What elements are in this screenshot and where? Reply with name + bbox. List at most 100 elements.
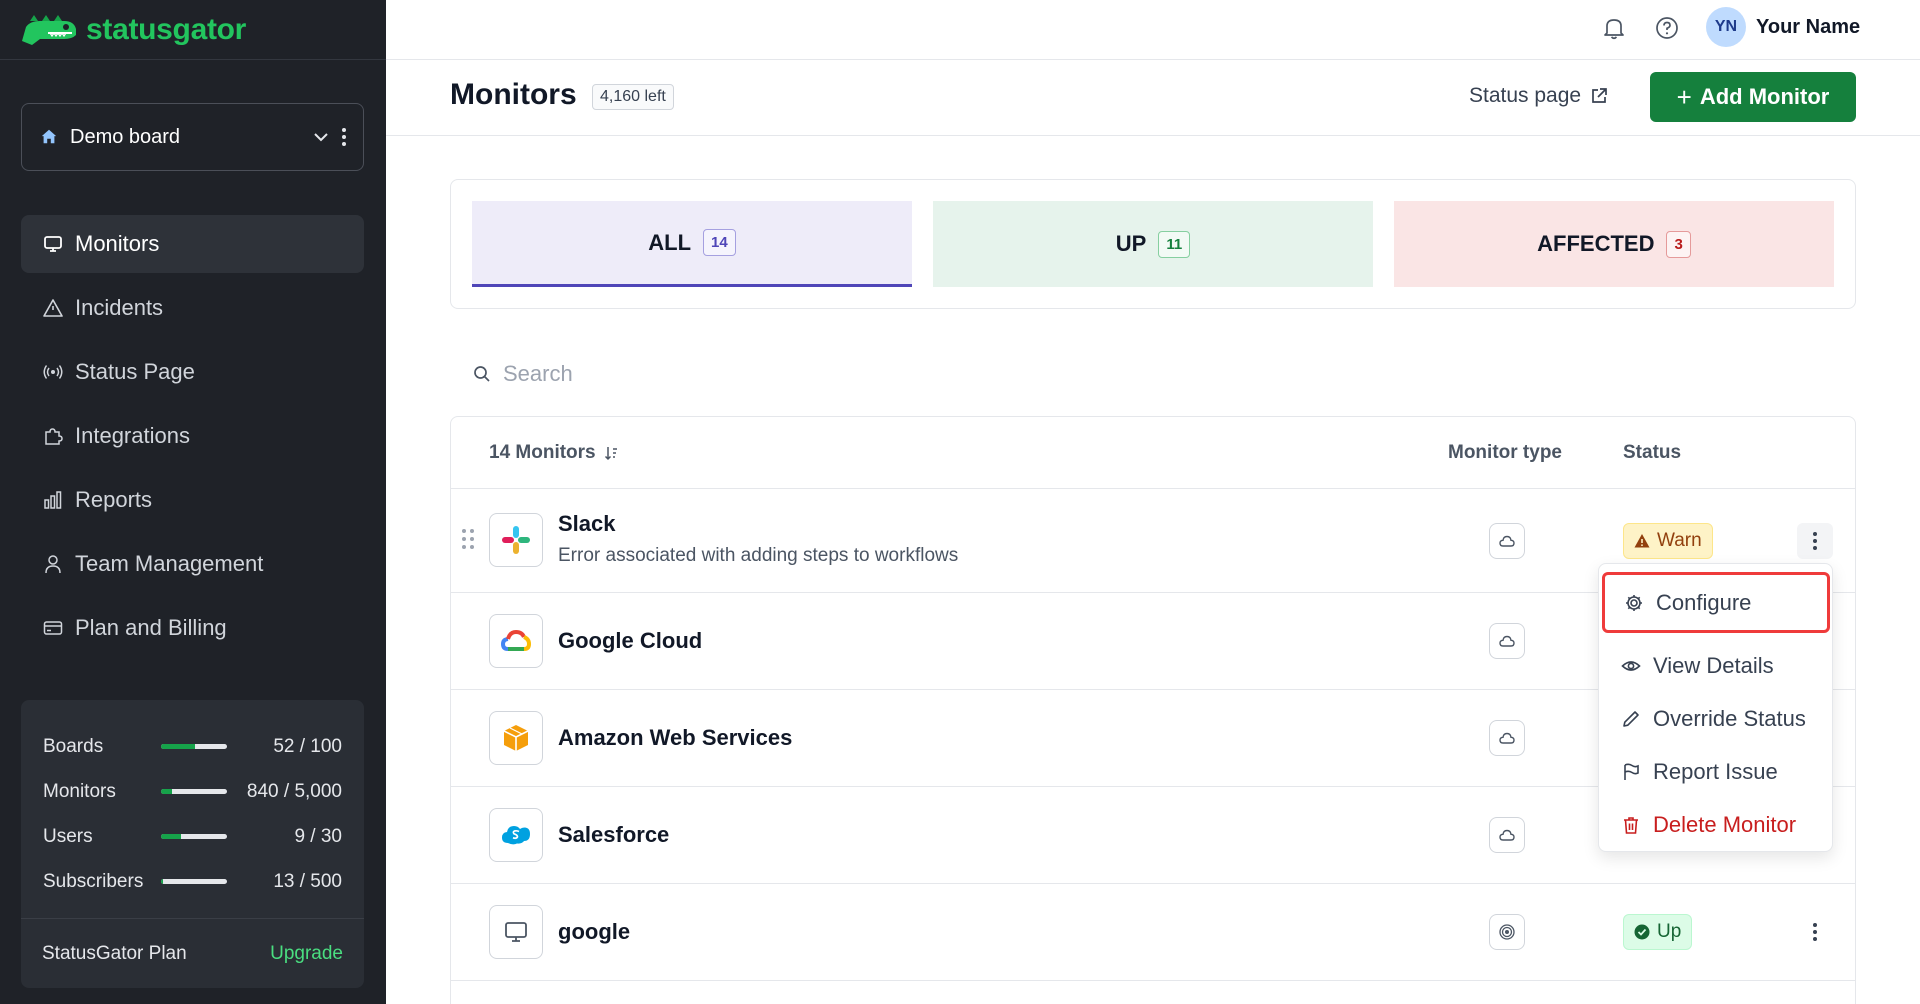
plan-label: StatusGator Plan: [42, 942, 187, 964]
gator-logo-icon: [22, 14, 76, 45]
user-name[interactable]: Your Name: [1756, 16, 1860, 39]
external-link-icon: [1592, 88, 1607, 103]
menu-item-configure[interactable]: Configure: [1602, 572, 1830, 633]
upgrade-link[interactable]: Upgrade: [270, 943, 343, 965]
chevron-down-icon[interactable]: [311, 127, 331, 147]
usage-row-subscribers: Subscribers 13 / 500: [43, 859, 342, 904]
avatar[interactable]: YN: [1706, 7, 1746, 47]
usage-value: 840 / 5,000: [246, 780, 342, 802]
row-menu-button[interactable]: [1797, 523, 1833, 559]
table-row[interactable]: google Up: [451, 884, 1855, 981]
sidebar-item-incidents[interactable]: Incidents: [21, 279, 364, 337]
cloud-icon: [1499, 732, 1515, 744]
tab-up[interactable]: UP 11: [933, 201, 1373, 287]
sort-icon[interactable]: [604, 445, 620, 461]
cloud-icon: [1499, 535, 1515, 547]
aws-box-icon: [503, 725, 529, 751]
sidebar-item-team-management[interactable]: Team Management: [21, 535, 364, 593]
help-icon[interactable]: [1654, 15, 1680, 41]
monitor-name[interactable]: google: [558, 919, 630, 945]
usage-value: 52 / 100: [273, 735, 342, 757]
plus-icon: +: [1676, 81, 1692, 112]
status-label: Up: [1657, 921, 1682, 942]
usage-bar: [161, 789, 227, 794]
status-label: Warn: [1657, 530, 1702, 551]
usage-bar: [161, 834, 227, 839]
monitor-count-label: 14 Monitors: [489, 442, 596, 463]
kebab-menu-icon: [1813, 532, 1817, 550]
google-cloud-logo: [489, 614, 543, 668]
status-badge: Up: [1623, 914, 1693, 950]
logo[interactable]: statusgator: [0, 0, 386, 60]
usage-value: 13 / 500: [273, 870, 342, 892]
status-badge: Warn: [1623, 523, 1713, 559]
monitor-count-header[interactable]: 14 Monitors: [489, 442, 620, 464]
search-icon: [474, 366, 490, 382]
sidebar-item-integrations[interactable]: Integrations: [21, 407, 364, 465]
add-monitor-button[interactable]: + Add Monitor: [1650, 72, 1856, 122]
menu-item-override-status[interactable]: Override Status: [1599, 692, 1832, 746]
user-icon: [45, 555, 61, 574]
kebab-menu-icon: [1813, 923, 1817, 941]
tab-count: 14: [703, 229, 736, 256]
menu-item-view-details[interactable]: View Details: [1599, 639, 1832, 693]
monitor-type: [1489, 720, 1525, 756]
search-bar: [473, 358, 1073, 390]
monitor-name[interactable]: Salesforce: [558, 822, 669, 848]
sidebar-item-status-page[interactable]: Status Page: [21, 343, 364, 401]
tab-label: AFFECTED: [1537, 231, 1655, 256]
bell-icon[interactable]: [1601, 15, 1627, 41]
trash-icon: [1624, 817, 1638, 834]
monitor-type-header: Monitor type: [1448, 442, 1562, 463]
sidebar-item-label: Team Management: [75, 551, 264, 576]
board-menu-icon[interactable]: [341, 126, 347, 148]
tab-all[interactable]: ALL 14: [472, 201, 912, 287]
monitor-name[interactable]: Google Cloud: [558, 628, 702, 654]
page-title: Monitors: [450, 78, 577, 111]
check-circle-icon: [1634, 924, 1650, 940]
cloud-icon: [1499, 635, 1515, 647]
sidebar-item-monitors[interactable]: Monitors: [21, 215, 364, 273]
usage-row-boards: Boards 52 / 100: [43, 724, 342, 769]
usage-panel: Boards 52 / 100 Monitors 840 / 5,000 Use…: [21, 700, 364, 988]
sidebar-item-label: Plan and Billing: [75, 615, 227, 640]
monitor-name[interactable]: Amazon Web Services: [558, 725, 792, 751]
menu-item-delete-monitor[interactable]: Delete Monitor: [1599, 798, 1832, 852]
status-page-label: Status page: [1469, 84, 1582, 107]
monitor-type: [1489, 817, 1525, 853]
monitor-name[interactable]: Slack: [558, 511, 616, 537]
search-input[interactable]: [503, 361, 1003, 387]
slack-logo: [489, 513, 543, 567]
monitor-type: [1489, 523, 1525, 559]
sidebar: statusgator Demo board Monitors Incident…: [0, 0, 386, 1004]
pencil-icon: [1623, 711, 1639, 727]
row-menu-button[interactable]: [1797, 914, 1833, 950]
status-filter-tabs: ALL 14 UP 11 AFFECTED 3: [450, 179, 1856, 309]
usage-label: Subscribers: [43, 870, 144, 892]
status-header: Status: [1623, 442, 1682, 463]
board-name: Demo board: [70, 125, 181, 148]
sidebar-item-label: Integrations: [75, 423, 190, 448]
usage-row-users: Users 9 / 30: [43, 814, 342, 859]
tab-affected[interactable]: AFFECTED 3: [1394, 201, 1834, 287]
sidebar-item-reports[interactable]: Reports: [21, 471, 364, 529]
tab-label: ALL: [648, 229, 692, 255]
menu-item-label: View Details: [1653, 653, 1774, 678]
eye-icon: [1621, 661, 1641, 671]
usage-label: Users: [43, 825, 93, 847]
tab-count: 11: [1158, 230, 1191, 258]
usage-label: Boards: [43, 735, 104, 757]
drag-handle-icon[interactable]: [461, 527, 475, 551]
status-page-link[interactable]: Status page: [1469, 84, 1609, 108]
website-monitor-logo: [489, 905, 543, 959]
sidebar-item-label: Reports: [75, 487, 153, 512]
monitor-icon: [44, 236, 62, 252]
menu-item-report-issue[interactable]: Report Issue: [1599, 745, 1832, 799]
sidebar-item-label: Status Page: [75, 359, 195, 384]
menu-item-label: Report Issue: [1653, 759, 1778, 784]
sidebar-item-plan-billing[interactable]: Plan and Billing: [21, 599, 364, 657]
board-selector[interactable]: Demo board: [21, 103, 364, 171]
sidebar-item-label: Monitors: [75, 231, 160, 256]
cloud-icon: [1499, 829, 1515, 841]
monitor-type: [1489, 914, 1525, 950]
